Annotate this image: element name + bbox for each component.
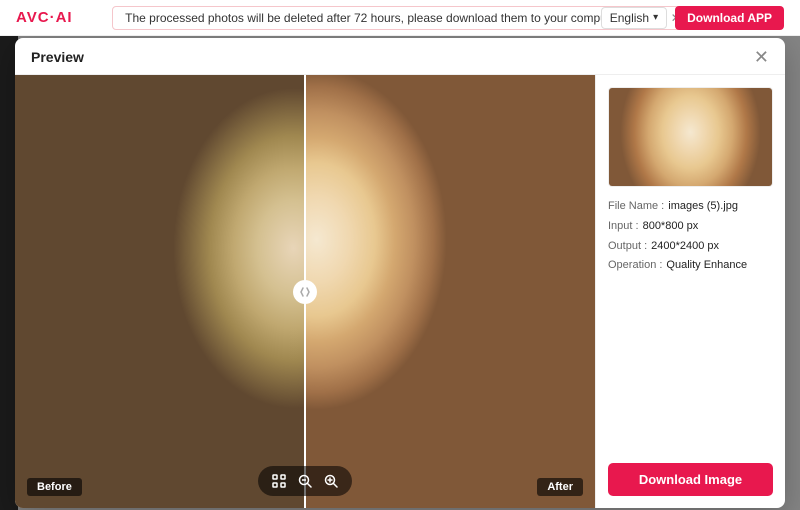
input-label: Input :: [608, 217, 639, 237]
modal-header: Preview ✕: [15, 38, 785, 75]
operation-value: Quality Enhance: [666, 256, 747, 276]
split-container: Before After: [15, 75, 595, 508]
file-name-row: File Name : images (5).jpg: [608, 197, 773, 217]
file-name-value: images (5).jpg: [668, 197, 738, 217]
after-face-render: [305, 75, 595, 508]
before-image: [15, 75, 305, 508]
file-info: File Name : images (5).jpg Input : 800*8…: [608, 197, 773, 276]
modal-body: Before After: [15, 75, 785, 508]
modal-overlay: Preview ✕: [0, 36, 800, 510]
topbar: AVC·AI The processed photos will be dele…: [0, 0, 800, 36]
zoom-controls: [258, 466, 352, 496]
zoom-out-button[interactable]: [294, 470, 316, 492]
modal-close-button[interactable]: ✕: [754, 48, 769, 66]
input-row: Input : 800*800 px: [608, 217, 773, 237]
output-value: 2400*2400 px: [651, 237, 719, 257]
download-app-button[interactable]: Download APP: [675, 6, 784, 30]
input-value: 800*800 px: [643, 217, 699, 237]
download-image-button[interactable]: Download Image: [608, 463, 773, 496]
split-handle-icon: [299, 286, 311, 298]
zoom-in-button[interactable]: [320, 470, 342, 492]
topbar-right: English ▾ Download APP: [601, 6, 784, 30]
right-panel: File Name : images (5).jpg Input : 800*8…: [595, 75, 785, 508]
lang-label: English: [610, 11, 649, 25]
zoom-fit-icon: [272, 474, 286, 488]
before-face-render: [15, 75, 305, 508]
main-background: Preview ✕: [0, 36, 800, 510]
output-row: Output : 2400*2400 px: [608, 237, 773, 257]
preview-modal: Preview ✕: [15, 38, 785, 508]
logo-text: AVC·AI: [16, 9, 73, 26]
after-label: After: [537, 478, 583, 496]
preview-area: Before After: [15, 75, 595, 508]
notice-text: The processed photos will be deleted aft…: [125, 11, 663, 25]
operation-row: Operation : Quality Enhance: [608, 256, 773, 276]
zoom-out-icon: [298, 474, 312, 488]
chevron-down-icon: ▾: [653, 12, 658, 23]
after-image: [305, 75, 595, 508]
operation-label: Operation :: [608, 256, 662, 276]
split-divider[interactable]: [304, 75, 306, 508]
logo: AVC·AI: [16, 9, 73, 26]
zoom-fit-button[interactable]: [268, 470, 290, 492]
split-handle[interactable]: [293, 280, 317, 304]
thumbnail-image: [609, 88, 772, 186]
output-label: Output :: [608, 237, 647, 257]
modal-title: Preview: [31, 49, 84, 65]
file-name-label: File Name :: [608, 197, 664, 217]
zoom-in-icon: [324, 474, 338, 488]
before-label: Before: [27, 478, 82, 496]
thumbnail-container: [608, 87, 773, 187]
language-selector[interactable]: English ▾: [601, 7, 667, 29]
